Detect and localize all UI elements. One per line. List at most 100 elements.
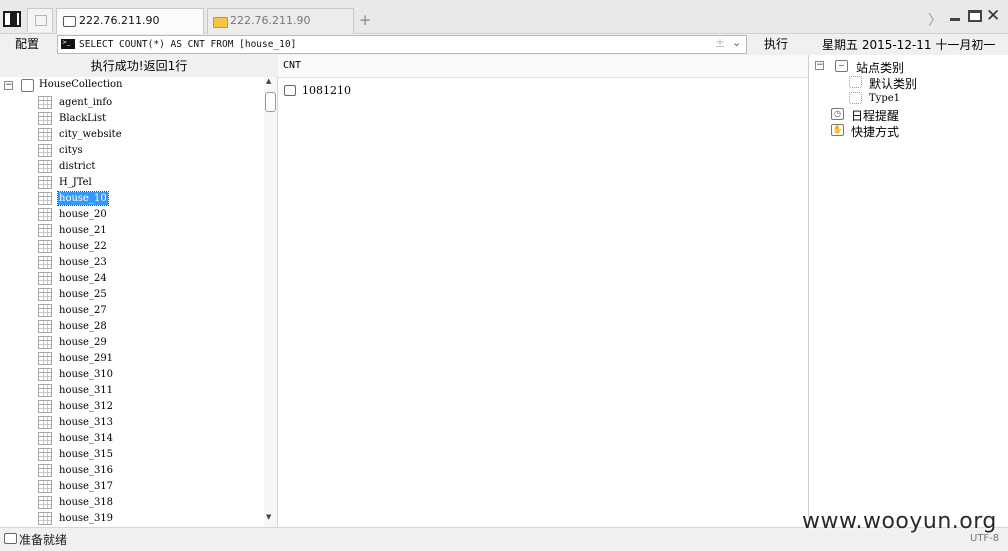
table-row[interactable]: house_24 xyxy=(38,271,258,287)
table-label: house_29 xyxy=(59,337,107,348)
collapse-icon[interactable]: − xyxy=(815,61,824,70)
table-label: house_310 xyxy=(59,369,114,380)
scroll-up-icon[interactable]: ▲ xyxy=(266,77,271,85)
table-row[interactable]: house_22 xyxy=(38,239,258,255)
table-row[interactable]: house_21 xyxy=(38,223,258,239)
execute-button[interactable]: 执行 xyxy=(750,34,802,54)
table-row[interactable]: house_10 xyxy=(38,191,258,207)
table-row[interactable]: house_315 xyxy=(38,447,258,463)
tab-connection-2[interactable]: 222.76.211.90 xyxy=(207,8,354,34)
table-label: H_JTel xyxy=(59,177,92,188)
column-header-cnt[interactable]: CNT xyxy=(283,60,301,71)
table-icon xyxy=(38,272,52,285)
table-icon xyxy=(38,208,52,221)
type1-node[interactable]: Type1 xyxy=(849,90,999,106)
tab-label: 222.76.211.90 xyxy=(230,14,311,27)
table-list: agent_info BlackList city_website citys dist… xyxy=(38,95,258,527)
table-icon xyxy=(38,144,52,157)
add-tab-icon[interactable]: + xyxy=(358,11,372,29)
scrollbar[interactable]: ▲ ▼ xyxy=(264,77,277,527)
table-icon xyxy=(38,464,52,477)
table-label: house_25 xyxy=(59,289,107,300)
table-row[interactable]: house_317 xyxy=(38,479,258,495)
table-icon xyxy=(38,96,52,109)
tab-bar: 222.76.211.90 222.76.211.90 + 〉 ✕ xyxy=(0,0,1008,35)
result-header: CNT xyxy=(278,55,808,78)
table-row[interactable]: citys xyxy=(38,143,258,159)
site-category-node[interactable]: − − 站点类别 xyxy=(815,58,995,75)
table-row[interactable]: H_JTel xyxy=(38,175,258,191)
table-label: house_28 xyxy=(59,321,107,332)
table-row[interactable]: house_310 xyxy=(38,367,258,383)
sites-panel: − − 站点类别 默认类别 Type1 ◷ 日程提醒 ✋ 快捷方式 xyxy=(808,55,1008,527)
chevron-down-icon[interactable]: ⌄ xyxy=(732,36,741,49)
scroll-thumb[interactable] xyxy=(265,92,276,112)
table-row[interactable]: house_29 xyxy=(38,335,258,351)
folder-dotted-icon xyxy=(849,76,862,88)
tab-placeholder[interactable] xyxy=(27,8,53,32)
table-row[interactable]: house_20 xyxy=(38,207,258,223)
table-row[interactable]: house_318 xyxy=(38,495,258,511)
table-row[interactable]: house_319 xyxy=(38,511,258,527)
table-icon xyxy=(38,304,52,317)
table-label: house_22 xyxy=(59,241,107,252)
table-row[interactable]: house_27 xyxy=(38,303,258,319)
table-row[interactable]: BlackList xyxy=(38,111,258,127)
schedule-node[interactable]: ◷ 日程提醒 xyxy=(831,106,1001,123)
tab-label: 222.76.211.90 xyxy=(79,14,160,27)
tab-connection-1[interactable]: 222.76.211.90 xyxy=(56,8,204,35)
config-button[interactable]: 配置 xyxy=(0,34,54,54)
table-label: house_316 xyxy=(59,465,114,476)
table-label: house_314 xyxy=(59,433,114,444)
sql-query-input[interactable] xyxy=(79,37,679,52)
close-button[interactable]: ✕ xyxy=(986,6,1000,26)
shortcut-label: 快捷方式 xyxy=(851,125,900,139)
default-category-node[interactable]: 默认类别 xyxy=(849,74,999,91)
cell-value[interactable]: 1081210 xyxy=(302,84,351,97)
table-icon xyxy=(38,288,52,301)
table-label: house_312 xyxy=(59,401,114,412)
table-label: house_23 xyxy=(59,257,107,268)
table-row[interactable]: house_314 xyxy=(38,431,258,447)
maximize-button[interactable] xyxy=(968,10,982,22)
result-panel: CNT 1081210 xyxy=(278,55,808,527)
table-row[interactable]: house_311 xyxy=(38,383,258,399)
table-row[interactable]: house_25 xyxy=(38,287,258,303)
panel-toggle-icon[interactable] xyxy=(3,11,21,27)
query-toolbar: 配置 >_ ± ⌄ 执行 星期五 2015-12-11 十一月初一 xyxy=(0,34,1008,55)
table-icon xyxy=(38,512,52,525)
table-row[interactable]: house_291 xyxy=(38,351,258,367)
blank-tab-icon xyxy=(35,15,47,26)
plusminus-icon[interactable]: ± xyxy=(715,36,725,50)
chevron-right-icon[interactable]: 〉 xyxy=(928,10,942,30)
encoding-label: UTF-8 xyxy=(970,533,1000,544)
scroll-down-icon[interactable]: ▼ xyxy=(266,513,271,521)
row-icon xyxy=(284,85,296,96)
table-label: house_317 xyxy=(59,481,114,492)
table-row[interactable]: house_28 xyxy=(38,319,258,335)
table-row[interactable]: house_23 xyxy=(38,255,258,271)
table-row[interactable]: district xyxy=(38,159,258,175)
hand-icon: ✋ xyxy=(831,124,844,136)
table-tree: − HouseCollection agent_info BlackList cit… xyxy=(0,77,264,527)
table-label: house_291 xyxy=(59,353,114,364)
table-row[interactable]: house_312 xyxy=(38,399,258,415)
table-label: house_318 xyxy=(59,497,114,508)
sql-box: >_ ± ⌄ xyxy=(57,35,747,54)
table-row[interactable]: agent_info xyxy=(38,95,258,111)
shortcut-node[interactable]: ✋ 快捷方式 xyxy=(831,122,1001,139)
minimize-button[interactable] xyxy=(950,18,960,21)
folder-dotted-icon xyxy=(849,92,862,104)
status-text: 准备就绪 xyxy=(19,533,68,547)
watermark-text: www.wooyun.org xyxy=(802,509,997,534)
collapse-icon[interactable]: − xyxy=(4,81,13,90)
folder-icon xyxy=(213,17,228,28)
table-label: house_311 xyxy=(59,385,114,396)
table-icon xyxy=(38,256,52,269)
table-label: house_10 xyxy=(57,191,109,206)
table-row[interactable]: house_313 xyxy=(38,415,258,431)
table-row[interactable]: house_316 xyxy=(38,463,258,479)
table-label: house_315 xyxy=(59,449,114,460)
table-label: district xyxy=(59,161,96,172)
table-row[interactable]: city_website xyxy=(38,127,258,143)
